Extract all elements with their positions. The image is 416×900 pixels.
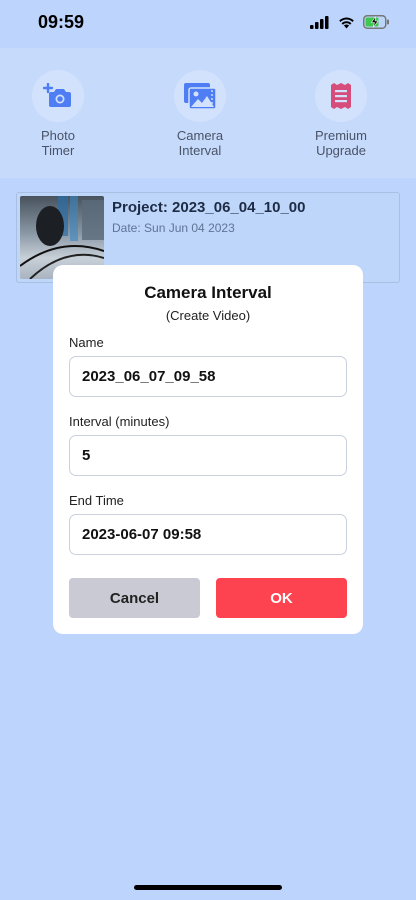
- cancel-button[interactable]: Cancel: [69, 578, 200, 618]
- camera-interval-dialog: Camera Interval (Create Video) Name Inte…: [53, 265, 363, 634]
- camera-interval-button[interactable]: Camera Interval: [145, 70, 255, 158]
- premium-upgrade-button[interactable]: Premium Upgrade: [286, 70, 396, 158]
- premium-upgrade-icon-container: [315, 70, 367, 122]
- status-time: 09:59: [38, 12, 85, 32]
- end-time-label: End Time: [69, 493, 124, 508]
- project-title: Project: 2023_06_04_10_00: [112, 199, 306, 216]
- status-bar: 09:59: [0, 0, 416, 48]
- interval-input[interactable]: [69, 435, 347, 476]
- end-time-input[interactable]: [69, 514, 347, 555]
- camera-interval-label: Camera Interval: [176, 128, 224, 158]
- wifi-icon: [339, 17, 354, 28]
- status-icons: [310, 15, 390, 29]
- interval-label: Interval (minutes): [69, 414, 170, 429]
- ok-button[interactable]: OK: [216, 578, 347, 618]
- camera-interval-icon-container: [174, 70, 226, 122]
- photo-timer-icon-container: [32, 70, 84, 122]
- name-input[interactable]: [69, 356, 347, 397]
- dialog-title: Camera Interval: [144, 283, 272, 302]
- dialog-subtitle: (Create Video): [165, 308, 251, 323]
- battery-charging-icon: [363, 15, 389, 29]
- cellular-signal-icon: [310, 15, 329, 29]
- receipt-icon: [331, 83, 351, 109]
- photo-timer-label: Photo Timer: [41, 128, 75, 158]
- home-indicator[interactable]: [134, 885, 282, 890]
- photo-gallery-icon: [184, 83, 217, 110]
- camera-plus-icon: [43, 83, 71, 107]
- top-toolbar: Photo Timer Camera Interval Premium Upgr…: [0, 48, 416, 178]
- project-date: Date: Sun Jun 04 2023: [112, 221, 235, 235]
- photo-timer-button[interactable]: Photo Timer: [3, 70, 113, 158]
- premium-upgrade-label: Premium Upgrade: [314, 128, 367, 158]
- name-label: Name: [69, 335, 104, 350]
